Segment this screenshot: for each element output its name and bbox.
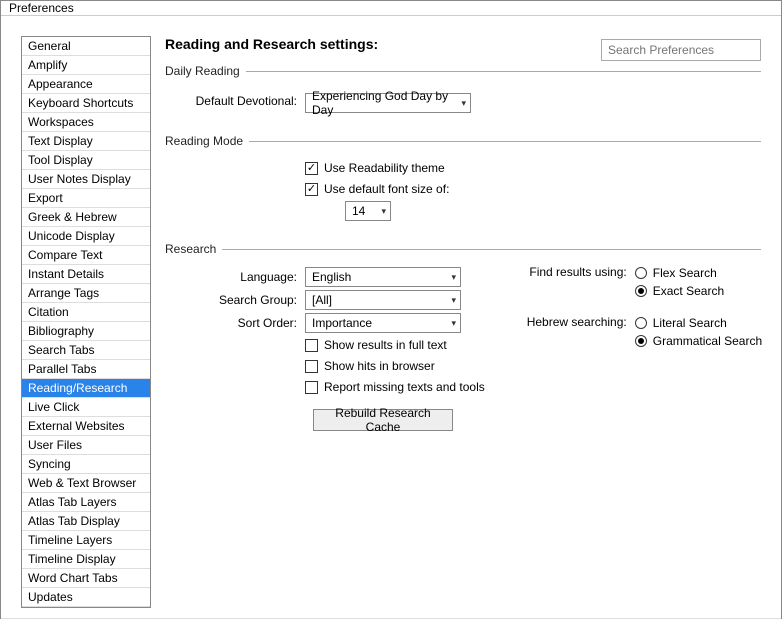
sidebar-item[interactable]: Keyboard Shortcuts: [22, 94, 150, 113]
sidebar-item[interactable]: Updates: [22, 588, 150, 607]
sidebar-item[interactable]: Live Click: [22, 398, 150, 417]
sidebar-item[interactable]: Timeline Display: [22, 550, 150, 569]
show-full-text-label: Show results in full text: [324, 338, 447, 352]
show-hits-browser-checkbox[interactable]: Show hits in browser: [305, 359, 435, 373]
chevron-down-icon: ▾: [461, 98, 466, 109]
main-panel: Reading and Research settings: Daily Rea…: [165, 36, 761, 608]
sidebar-item[interactable]: Word Chart Tabs: [22, 569, 150, 588]
body: GeneralAmplifyAppearanceKeyboard Shortcu…: [1, 16, 781, 618]
sidebar-item[interactable]: External Websites: [22, 417, 150, 436]
hebrew-searching-option[interactable]: Literal Search: [635, 316, 762, 330]
find-results-option[interactable]: Exact Search: [635, 284, 724, 298]
show-hits-browser-label: Show hits in browser: [324, 359, 435, 373]
radio-icon: [635, 267, 647, 279]
chevron-down-icon: ▾: [451, 272, 456, 283]
language-label: Language:: [165, 270, 305, 284]
sidebar-item[interactable]: Appearance: [22, 75, 150, 94]
default-devotional-select[interactable]: Experiencing God Day by Day ▾: [305, 93, 471, 113]
sidebar-item[interactable]: Greek & Hebrew: [22, 208, 150, 227]
font-size-select[interactable]: 14 ▾: [345, 201, 391, 221]
hebrew-searching-option-label: Literal Search: [653, 316, 727, 330]
search-group-value: [All]: [312, 293, 332, 307]
sidebar-item[interactable]: Text Display: [22, 132, 150, 151]
sidebar-item[interactable]: Tool Display: [22, 151, 150, 170]
sidebar-item[interactable]: Workspaces: [22, 113, 150, 132]
sidebar-item[interactable]: Export: [22, 189, 150, 208]
search-group-label: Search Group:: [165, 293, 305, 307]
default-font-size-checkbox[interactable]: Use default font size of:: [305, 182, 449, 196]
show-full-text-checkbox[interactable]: Show results in full text: [305, 338, 447, 352]
checkbox-icon: [305, 360, 318, 373]
sidebar[interactable]: GeneralAmplifyAppearanceKeyboard Shortcu…: [21, 36, 151, 608]
radio-icon: [635, 335, 647, 347]
chevron-down-icon: ▾: [381, 206, 386, 217]
chevron-down-icon: ▾: [451, 295, 456, 306]
checkbox-icon: [305, 339, 318, 352]
sort-order-value: Importance: [312, 316, 372, 330]
find-results-option-label: Exact Search: [653, 284, 724, 298]
sidebar-item[interactable]: Bibliography: [22, 322, 150, 341]
sidebar-item[interactable]: Compare Text: [22, 246, 150, 265]
sidebar-item[interactable]: Timeline Layers: [22, 531, 150, 550]
group-reading-mode: Reading Mode Use Readability theme Use d…: [165, 134, 761, 224]
sidebar-item[interactable]: User Notes Display: [22, 170, 150, 189]
default-font-size-label: Use default font size of:: [324, 182, 449, 196]
group-legend-mode: Reading Mode: [165, 134, 249, 148]
sidebar-item[interactable]: Instant Details: [22, 265, 150, 284]
sidebar-item[interactable]: Atlas Tab Display: [22, 512, 150, 531]
sort-order-label: Sort Order:: [165, 316, 305, 330]
preferences-window: Preferences GeneralAmplifyAppearanceKeyb…: [0, 0, 782, 619]
sidebar-item[interactable]: Unicode Display: [22, 227, 150, 246]
search-group-select[interactable]: [All] ▾: [305, 290, 461, 310]
readability-checkbox[interactable]: Use Readability theme: [305, 161, 445, 175]
report-missing-label: Report missing texts and tools: [324, 380, 485, 394]
radio-icon: [635, 285, 647, 297]
font-size-value: 14: [352, 204, 365, 218]
hebrew-searching-option[interactable]: Grammatical Search: [635, 334, 762, 348]
readability-label: Use Readability theme: [324, 161, 445, 175]
sidebar-item[interactable]: Citation: [22, 303, 150, 322]
sidebar-item[interactable]: Search Tabs: [22, 341, 150, 360]
hebrew-searching-label: Hebrew searching:: [525, 314, 635, 329]
checkbox-icon: [305, 381, 318, 394]
find-results-option-label: Flex Search: [653, 266, 717, 280]
sidebar-item[interactable]: Atlas Tab Layers: [22, 493, 150, 512]
default-devotional-label: Default Devotional:: [165, 94, 305, 108]
sidebar-item[interactable]: Parallel Tabs: [22, 360, 150, 379]
group-legend-daily: Daily Reading: [165, 64, 246, 78]
rebuild-cache-button[interactable]: Rebuild Research Cache: [313, 409, 453, 431]
hebrew-searching-option-label: Grammatical Search: [653, 334, 762, 348]
checkbox-icon: [305, 162, 318, 175]
sidebar-item[interactable]: Reading/Research: [22, 379, 150, 398]
sidebar-item[interactable]: Syncing: [22, 455, 150, 474]
group-daily-reading: Daily Reading Default Devotional: Experi…: [165, 64, 761, 116]
group-legend-research: Research: [165, 242, 222, 256]
find-results-option[interactable]: Flex Search: [635, 266, 724, 280]
search-input[interactable]: [601, 39, 761, 61]
radio-icon: [635, 317, 647, 329]
checkbox-icon: [305, 183, 318, 196]
default-devotional-value: Experiencing God Day by Day: [312, 89, 453, 117]
page-title: Reading and Research settings:: [165, 36, 378, 52]
titlebar: Preferences: [1, 1, 781, 16]
report-missing-checkbox[interactable]: Report missing texts and tools: [305, 380, 485, 394]
sidebar-item[interactable]: General: [22, 37, 150, 56]
sidebar-item[interactable]: Arrange Tags: [22, 284, 150, 303]
sidebar-item[interactable]: Web & Text Browser: [22, 474, 150, 493]
chevron-down-icon: ▾: [451, 318, 456, 329]
sidebar-item[interactable]: User Files: [22, 436, 150, 455]
find-results-label: Find results using:: [525, 264, 635, 279]
language-select[interactable]: English ▾: [305, 267, 461, 287]
window-title: Preferences: [9, 1, 74, 15]
group-research: Research Language: English ▾ Search Grou…: [165, 242, 761, 431]
sidebar-item[interactable]: Amplify: [22, 56, 150, 75]
language-value: English: [312, 270, 351, 284]
sort-order-select[interactable]: Importance ▾: [305, 313, 461, 333]
